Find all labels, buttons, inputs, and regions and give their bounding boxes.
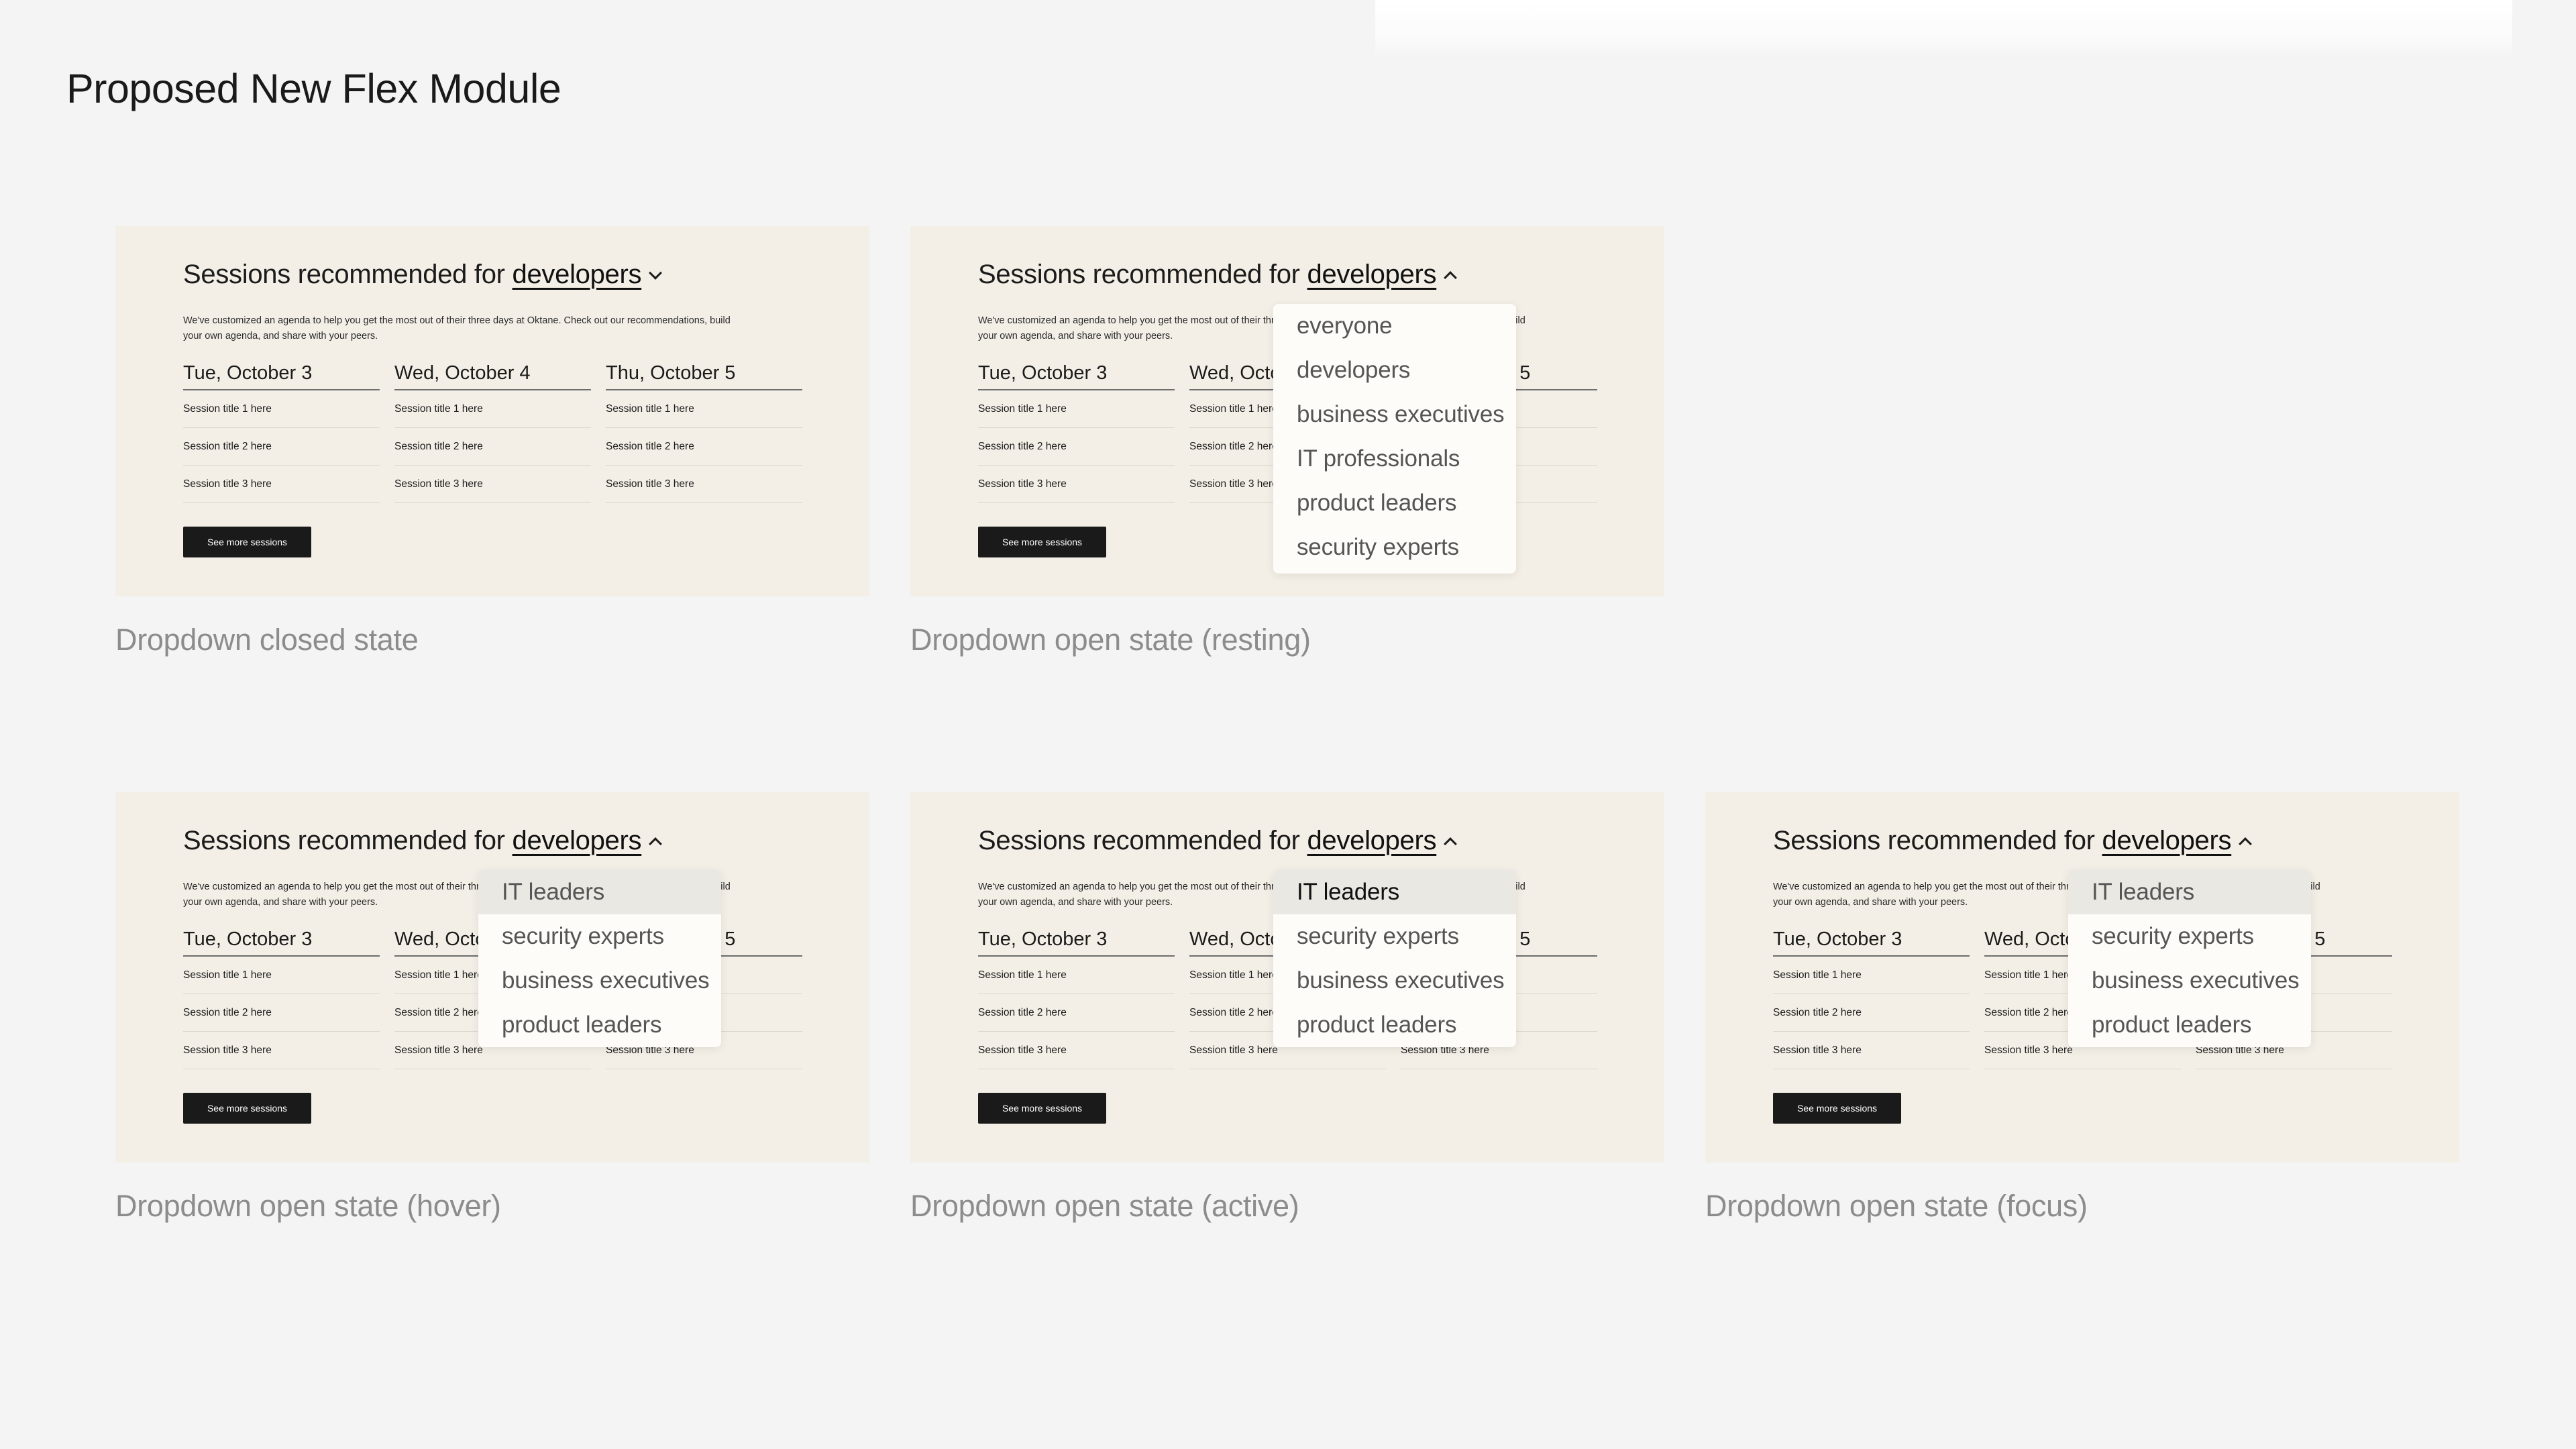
dropdown-option[interactable]: product leaders: [1273, 481, 1516, 525]
caption-focus: Dropdown open state (focus): [1705, 1189, 2088, 1223]
dropdown-option[interactable]: product leaders: [1273, 1003, 1516, 1047]
session-link[interactable]: Session title 1 here: [183, 957, 380, 994]
module-closed-state: Sessions recommended for developers We'v…: [115, 226, 869, 596]
audience-dropdown-trigger[interactable]: developers: [2102, 826, 2232, 855]
session-link[interactable]: Session title 1 here: [978, 957, 1175, 994]
audience-dropdown-trigger[interactable]: developers: [513, 826, 642, 855]
chevron-up-icon[interactable]: [1444, 837, 1458, 851]
heading-prefix: Sessions recommended for: [183, 826, 505, 855]
dropdown-option[interactable]: security experts: [478, 914, 721, 959]
dropdown-option[interactable]: security experts: [2068, 914, 2311, 959]
audience-dropdown-menu: everyone developers business executives …: [1273, 304, 1516, 574]
day-column: Tue, October 3 Session title 1 here Sess…: [1773, 928, 1970, 1069]
heading-prefix: Sessions recommended for: [1773, 826, 2095, 855]
session-link[interactable]: Session title 1 here: [1773, 957, 1970, 994]
module-open-active-state: Sessions recommended for developers We'v…: [910, 792, 1664, 1163]
caption-hover: Dropdown open state (hover): [115, 1189, 501, 1223]
dropdown-option[interactable]: IT professionals: [1273, 437, 1516, 481]
dropdown-option-active[interactable]: IT leaders: [1273, 870, 1516, 914]
dropdown-option[interactable]: business executives: [1273, 392, 1516, 437]
see-more-sessions-button[interactable]: See more sessions: [978, 527, 1106, 557]
heading-prefix: Sessions recommended for: [978, 260, 1300, 289]
day-column: Tue, October 3 Session title 1 here Sess…: [183, 362, 380, 503]
dropdown-option[interactable]: developers: [1273, 348, 1516, 392]
dropdown-option[interactable]: security experts: [1273, 914, 1516, 959]
dropdown-option[interactable]: everyone: [1273, 304, 1516, 348]
session-link[interactable]: Session title 3 here: [978, 466, 1175, 503]
dropdown-option-hovered[interactable]: IT leaders: [478, 870, 721, 914]
heading-prefix: Sessions recommended for: [183, 260, 505, 289]
day-date: Wed, October 4: [394, 362, 591, 390]
caption-closed: Dropdown closed state: [115, 623, 419, 657]
session-link[interactable]: Session title 2 here: [978, 994, 1175, 1032]
see-more-sessions-button[interactable]: See more sessions: [1773, 1093, 1901, 1124]
day-column: Thu, October 5 Session title 1 here Sess…: [606, 362, 802, 503]
dropdown-option[interactable]: business executives: [2068, 959, 2311, 1003]
audience-dropdown-menu: IT leaders security experts business exe…: [2068, 870, 2311, 1047]
audience-dropdown-trigger[interactable]: developers: [1307, 260, 1437, 289]
module-open-hover-state: Sessions recommended for developers We'v…: [115, 792, 869, 1163]
see-more-sessions-button[interactable]: See more sessions: [978, 1093, 1106, 1124]
module-heading: Sessions recommended for developers: [978, 826, 1458, 856]
day-date: Tue, October 3: [978, 928, 1175, 957]
heading-prefix: Sessions recommended for: [978, 826, 1300, 855]
dropdown-option[interactable]: business executives: [478, 959, 721, 1003]
session-link[interactable]: Session title 3 here: [394, 466, 591, 503]
session-link[interactable]: Session title 3 here: [978, 1032, 1175, 1069]
module-description: We've customized an agenda to help you g…: [183, 315, 731, 341]
module-open-resting-state: Sessions recommended for developers We'v…: [910, 226, 1664, 596]
dropdown-option[interactable]: product leaders: [478, 1003, 721, 1047]
see-more-sessions-button[interactable]: See more sessions: [183, 1093, 311, 1124]
audience-dropdown-menu: IT leaders security experts business exe…: [1273, 870, 1516, 1047]
day-date: Tue, October 3: [1773, 928, 1970, 957]
module-heading: Sessions recommended for developers: [978, 260, 1458, 290]
module-open-focus-state: Sessions recommended for developers We'v…: [1705, 792, 2459, 1163]
session-link[interactable]: Session title 3 here: [183, 1032, 380, 1069]
session-link[interactable]: Session title 1 here: [978, 390, 1175, 428]
day-date: Tue, October 3: [183, 362, 380, 390]
session-link[interactable]: Session title 2 here: [978, 428, 1175, 466]
dropdown-option[interactable]: security experts: [1273, 525, 1516, 570]
session-link[interactable]: Session title 2 here: [606, 428, 802, 466]
day-column: Tue, October 3 Session title 1 here Sess…: [978, 928, 1175, 1069]
chevron-down-icon[interactable]: [649, 266, 663, 280]
dropdown-option[interactable]: business executives: [1273, 959, 1516, 1003]
module-heading: Sessions recommended for developers: [1773, 826, 2253, 856]
day-date: Tue, October 3: [978, 362, 1175, 390]
audience-dropdown-trigger[interactable]: developers: [513, 260, 642, 289]
chevron-up-icon[interactable]: [649, 837, 663, 851]
session-link[interactable]: Session title 2 here: [183, 428, 380, 466]
day-date: Thu, October 5: [606, 362, 802, 390]
session-link[interactable]: Session title 1 here: [394, 390, 591, 428]
audience-dropdown-menu: IT leaders security experts business exe…: [478, 870, 721, 1047]
day-column: Wed, October 4 Session title 1 here Sess…: [394, 362, 591, 503]
session-link[interactable]: Session title 1 here: [606, 390, 802, 428]
caption-active: Dropdown open state (active): [910, 1189, 1299, 1223]
audience-dropdown-trigger[interactable]: developers: [1307, 826, 1437, 855]
top-fade-overlay: [1375, 0, 2512, 59]
day-column: Tue, October 3 Session title 1 here Sess…: [978, 362, 1175, 503]
day-column: Tue, October 3 Session title 1 here Sess…: [183, 928, 380, 1069]
session-link[interactable]: Session title 2 here: [183, 994, 380, 1032]
module-heading: Sessions recommended for developers: [183, 826, 663, 856]
session-link[interactable]: Session title 3 here: [1773, 1032, 1970, 1069]
day-date: Tue, October 3: [183, 928, 380, 957]
dropdown-option-focused[interactable]: IT leaders: [2068, 870, 2311, 914]
session-link[interactable]: Session title 3 here: [606, 466, 802, 503]
session-link[interactable]: Session title 2 here: [394, 428, 591, 466]
session-link[interactable]: Session title 1 here: [183, 390, 380, 428]
dropdown-option[interactable]: product leaders: [2068, 1003, 2311, 1047]
chevron-up-icon[interactable]: [2239, 837, 2253, 851]
session-link[interactable]: Session title 3 here: [183, 466, 380, 503]
chevron-up-icon[interactable]: [1444, 271, 1458, 284]
page-title: Proposed New Flex Module: [66, 66, 561, 111]
session-link[interactable]: Session title 2 here: [1773, 994, 1970, 1032]
caption-resting: Dropdown open state (resting): [910, 623, 1311, 657]
module-heading: Sessions recommended for developers: [183, 260, 663, 290]
see-more-sessions-button[interactable]: See more sessions: [183, 527, 311, 557]
